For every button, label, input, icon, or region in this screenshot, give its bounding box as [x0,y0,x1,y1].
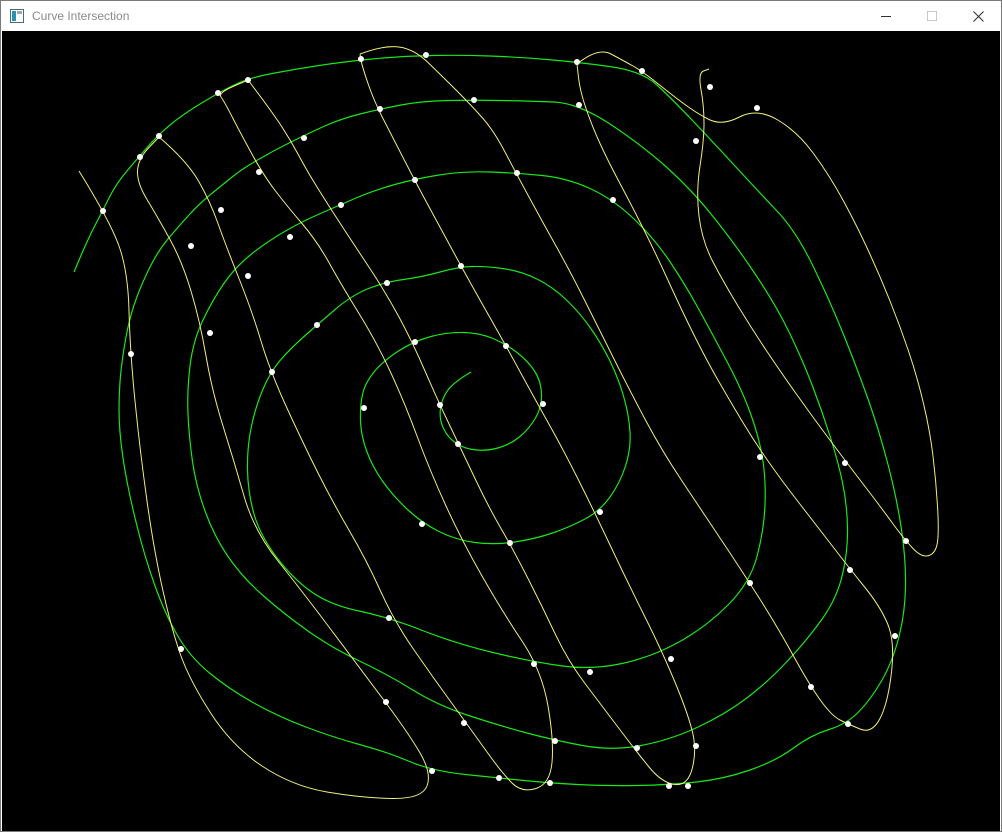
intersection-point [903,538,909,544]
intersection-point [845,721,851,727]
intersection-point [754,105,760,111]
intersection-point [707,84,713,90]
intersection-point [507,540,513,546]
intersection-point [552,738,558,744]
intersection-point [437,402,443,408]
intersection-point [215,90,221,96]
wave-curve [158,79,553,791]
intersection-point [455,441,461,447]
intersection-point [269,369,275,375]
intersection-point [597,509,603,515]
intersection-point [412,339,418,345]
intersection-point [384,280,390,286]
maximize-icon [927,11,937,21]
intersection-point [377,106,383,112]
intersection-point [693,743,699,749]
intersection-point [338,202,344,208]
intersection-point [361,405,367,411]
intersection-point [574,59,580,65]
intersection-point [808,684,814,690]
intersection-point [137,154,143,160]
intersection-point [256,169,262,175]
intersection-point [245,77,251,83]
close-button[interactable] [955,1,1001,31]
intersection-point [423,52,429,58]
app-window: Curve Intersection [0,0,1002,832]
intersection-point [842,460,848,466]
spiral-curve [73,54,907,787]
minimize-icon [881,16,891,17]
intersection-point [218,207,224,213]
intersection-point [412,177,418,183]
wave-curve [78,136,429,800]
intersection-point [383,699,389,705]
intersection-point [685,783,691,789]
intersection-point [471,97,477,103]
intersection-point [847,567,853,573]
intersection-point [178,646,184,652]
intersection-point [458,263,464,269]
intersection-point [531,661,537,667]
intersection-point [639,68,645,74]
intersection-point [757,454,763,460]
intersection-point [156,133,162,139]
intersection-point [429,768,435,774]
intersection-point [128,351,134,357]
wave-curve [359,46,894,731]
maximize-button[interactable] [909,1,955,31]
intersection-point [892,633,898,639]
intersection-point [610,197,616,203]
close-icon [972,10,984,22]
intersection-point [301,135,307,141]
intersection-point [747,580,753,586]
minimize-button[interactable] [863,1,909,31]
intersection-point [496,775,502,781]
wave-curve [576,51,939,557]
window-title: Curve Intersection [32,9,130,23]
intersection-point [587,669,593,675]
intersection-point [503,343,509,349]
intersection-point [461,720,467,726]
intersection-point [540,401,546,407]
drawing-canvas[interactable] [2,31,1000,831]
curve-plot [73,46,939,800]
wave-curve [247,53,696,786]
intersection-point [514,170,520,176]
intersection-point [314,322,320,328]
intersection-point [668,656,674,662]
intersection-point [419,521,425,527]
intersection-point [634,745,640,751]
intersection-point [666,783,672,789]
intersection-point [245,273,251,279]
app-window-icon [10,9,24,23]
intersection-point [547,780,553,786]
intersection-point [693,138,699,144]
intersection-point [188,243,194,249]
intersection-point [207,330,213,336]
intersection-point [386,615,392,621]
intersection-point [358,56,364,62]
intersection-point [100,208,106,214]
intersection-point [576,102,582,108]
title-bar[interactable]: Curve Intersection [1,1,1001,31]
intersection-point [287,234,293,240]
